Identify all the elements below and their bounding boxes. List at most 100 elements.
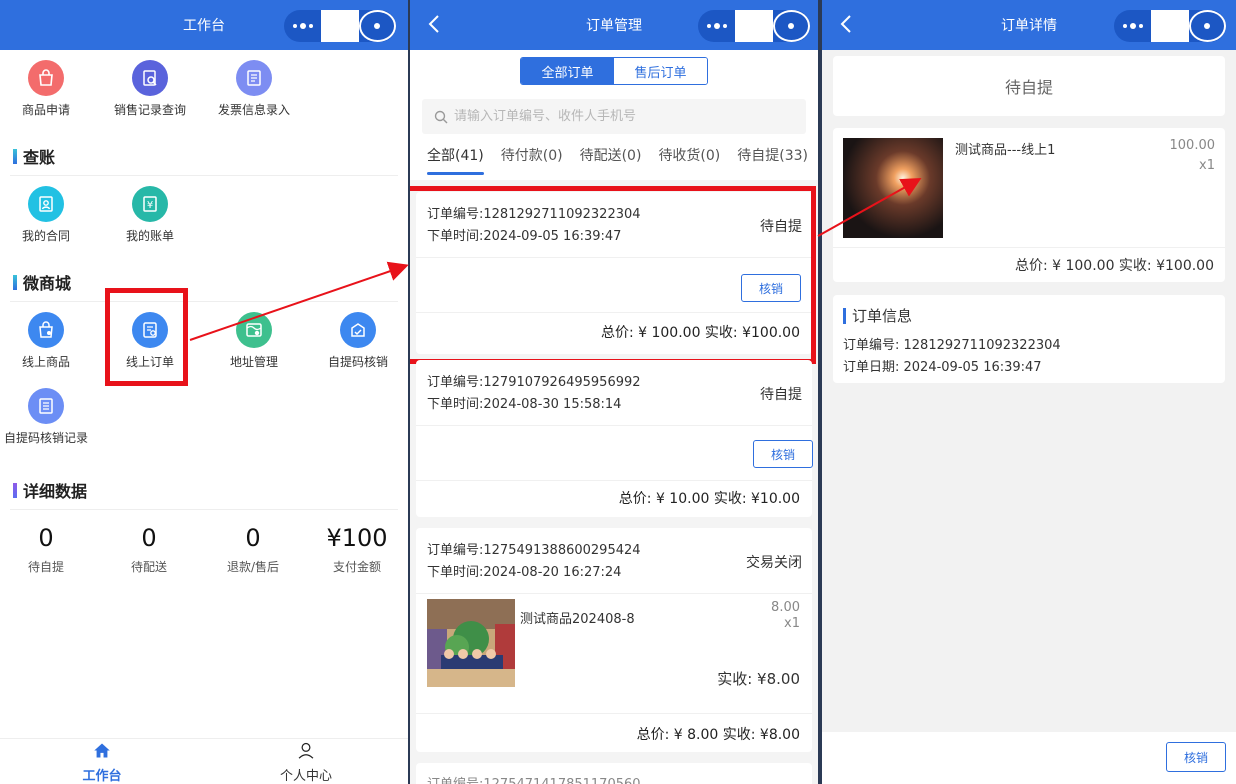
workbench-panel: 工作台 商品申请 销售记录查询 发票信息录入 查账 我的合同 ¥ 我的账单 微商… bbox=[0, 0, 408, 784]
tab-all[interactable]: 全部(41) bbox=[410, 138, 484, 178]
contract-icon bbox=[28, 186, 64, 222]
verify-button[interactable]: 核销 bbox=[753, 440, 813, 468]
my-contract-entry[interactable]: 我的合同 bbox=[0, 186, 98, 244]
entry-label: 线上商品 bbox=[21, 355, 70, 369]
order-total: 总价: ¥ 8.00 实收: ¥8.00 bbox=[636, 727, 800, 743]
minimize-icon[interactable] bbox=[1151, 10, 1189, 42]
online-goods-entry[interactable]: 线上商品 bbox=[0, 312, 98, 370]
section-title-mall: 微商城 bbox=[13, 270, 71, 294]
capsule-menu bbox=[698, 10, 810, 42]
segment-aftersale-orders[interactable]: 售后订单 bbox=[614, 58, 707, 84]
order-total: 总价: ¥ 10.00 实收: ¥10.00 bbox=[618, 491, 800, 507]
product-apply-entry[interactable]: 商品申请 bbox=[0, 60, 98, 118]
actual-received: 实收: ¥8.00 bbox=[717, 670, 800, 688]
order-time: 下单时间:2024-08-30 15:58:14 bbox=[427, 397, 622, 412]
order-number: 订单编号: 1281292711092322304 bbox=[843, 338, 1061, 353]
divider bbox=[10, 509, 398, 510]
minimize-icon[interactable] bbox=[735, 10, 773, 42]
stat-payment-amount[interactable]: ¥100 支付金额 bbox=[305, 524, 408, 575]
goods-price: 100.00 bbox=[1169, 138, 1216, 153]
search-input[interactable] bbox=[454, 109, 774, 124]
divider bbox=[10, 175, 398, 176]
more-icon[interactable] bbox=[698, 10, 735, 42]
order-info-box: 订单信息 订单编号: 1281292711092322304 订单日期: 202… bbox=[833, 295, 1225, 383]
order-number: 订单编号:1279107926495956992 bbox=[427, 375, 641, 390]
entry-label: 发票信息录入 bbox=[217, 103, 290, 117]
goods-name: 测试商品202408-8 bbox=[520, 612, 635, 627]
tab-workbench[interactable]: 工作台 bbox=[0, 739, 204, 784]
page-title: 订单详情 bbox=[1001, 18, 1057, 34]
tab-personal-center[interactable]: 个人中心 bbox=[204, 739, 408, 784]
stat-pending-pickup[interactable]: 0 待自提 bbox=[0, 524, 98, 575]
goods-thumbnail bbox=[427, 599, 515, 687]
home-icon bbox=[94, 743, 110, 758]
segment-all-orders[interactable]: 全部订单 bbox=[521, 58, 614, 84]
goods-name: 测试商品---线上1 bbox=[955, 143, 1056, 158]
search-icon bbox=[434, 110, 448, 123]
invoice-entry[interactable]: 发票信息录入 bbox=[202, 60, 306, 118]
svg-text:¥: ¥ bbox=[147, 200, 153, 211]
goods-qty: x1 bbox=[1199, 158, 1215, 173]
more-icon[interactable] bbox=[284, 10, 321, 42]
section-title: 订单信息 bbox=[843, 305, 912, 326]
goods-image bbox=[843, 138, 943, 238]
goods-box: 测试商品---线上1 100.00 x1 总价: ¥ 100.00 实收: ¥1… bbox=[833, 128, 1225, 282]
account-icon-row: 我的合同 ¥ 我的账单 bbox=[0, 186, 202, 244]
divider bbox=[10, 301, 398, 302]
order-status: 待自提 bbox=[1004, 78, 1053, 97]
person-icon bbox=[298, 742, 314, 759]
stat-refund[interactable]: 0 退款/售后 bbox=[201, 524, 305, 575]
capsule-menu bbox=[1114, 10, 1226, 42]
order-total: 总价: ¥ 100.00 实收: ¥100.00 bbox=[1014, 258, 1214, 274]
sales-record-entry[interactable]: 销售记录查询 bbox=[98, 60, 202, 118]
section-title-data: 详细数据 bbox=[13, 478, 87, 502]
bill-icon: ¥ bbox=[132, 186, 168, 222]
online-goods-icon bbox=[28, 312, 64, 348]
verify-button[interactable]: 核销 bbox=[1166, 742, 1226, 772]
minimize-icon[interactable] bbox=[321, 10, 359, 42]
entry-label: 自提码核销记录 bbox=[3, 431, 88, 445]
close-target-icon[interactable] bbox=[358, 10, 396, 42]
section-title-accounts: 查账 bbox=[13, 144, 55, 168]
tab-pending-payment[interactable]: 待付款(0) bbox=[484, 138, 563, 178]
mall-icon-grid: 线上商品 线上订单 地址管理 自提码核销 自提码核销记录 bbox=[0, 312, 408, 446]
entry-label: 自提码核销 bbox=[327, 355, 388, 369]
navbar: 工作台 bbox=[0, 0, 408, 50]
order-time: 下单时间:2024-08-20 16:27:24 bbox=[427, 565, 622, 580]
more-icon[interactable] bbox=[1114, 10, 1151, 42]
tab-pending-receipt[interactable]: 待收货(0) bbox=[641, 138, 720, 178]
order-detail-panel: 订单详情 待自提 测试商品---线上1 100.00 x1 总价: ¥ 100.… bbox=[822, 0, 1236, 784]
back-icon[interactable] bbox=[422, 11, 446, 37]
page-title: 订单管理 bbox=[586, 18, 642, 34]
order-card[interactable]: 订单编号:1275491388600295424 下单时间:2024-08-20… bbox=[416, 528, 812, 752]
entry-label: 销售记录查询 bbox=[113, 103, 186, 117]
bottom-action-bar: 核销 bbox=[822, 732, 1236, 784]
stat-pending-delivery[interactable]: 0 待配送 bbox=[97, 524, 201, 575]
order-number: 订单编号:1275491388600295424 bbox=[427, 543, 641, 558]
tab-pending-delivery[interactable]: 待配送(0) bbox=[563, 138, 642, 178]
pickup-verify-entry[interactable]: 自提码核销 bbox=[306, 312, 408, 370]
entry-label: 地址管理 bbox=[229, 355, 278, 369]
address-manage-entry[interactable]: 地址管理 bbox=[202, 312, 306, 370]
order-status-box: 待自提 bbox=[833, 56, 1225, 116]
highlight-box bbox=[410, 186, 816, 364]
close-target-icon[interactable] bbox=[1188, 10, 1226, 42]
navbar: 订单详情 bbox=[822, 0, 1236, 50]
entry-label: 商品申请 bbox=[21, 103, 70, 117]
my-bill-entry[interactable]: ¥ 我的账单 bbox=[98, 186, 202, 244]
order-status: 待自提 bbox=[760, 387, 802, 403]
goods-qty: x1 bbox=[784, 616, 800, 631]
back-icon[interactable] bbox=[834, 11, 858, 37]
order-card[interactable]: 订单编号:1275471417851170560 bbox=[416, 763, 812, 784]
shopping-bag-icon bbox=[28, 60, 64, 96]
order-date: 订单日期: 2024-09-05 16:39:47 bbox=[843, 360, 1042, 375]
order-card[interactable]: 订单编号:1279107926495956992 下单时间:2024-08-30… bbox=[416, 360, 813, 517]
close-target-icon[interactable] bbox=[772, 10, 810, 42]
top-icon-row: 商品申请 销售记录查询 发票信息录入 bbox=[0, 60, 306, 118]
tab-pending-pickup[interactable]: 待自提(33) bbox=[720, 138, 808, 178]
order-status: 交易关闭 bbox=[746, 555, 802, 571]
capsule-menu bbox=[284, 10, 396, 42]
search-bar bbox=[422, 99, 806, 134]
status-tabs: 全部(41) 待付款(0) 待配送(0) 待收货(0) 待自提(33) bbox=[410, 138, 818, 178]
pickup-record-entry[interactable]: 自提码核销记录 bbox=[0, 388, 98, 446]
